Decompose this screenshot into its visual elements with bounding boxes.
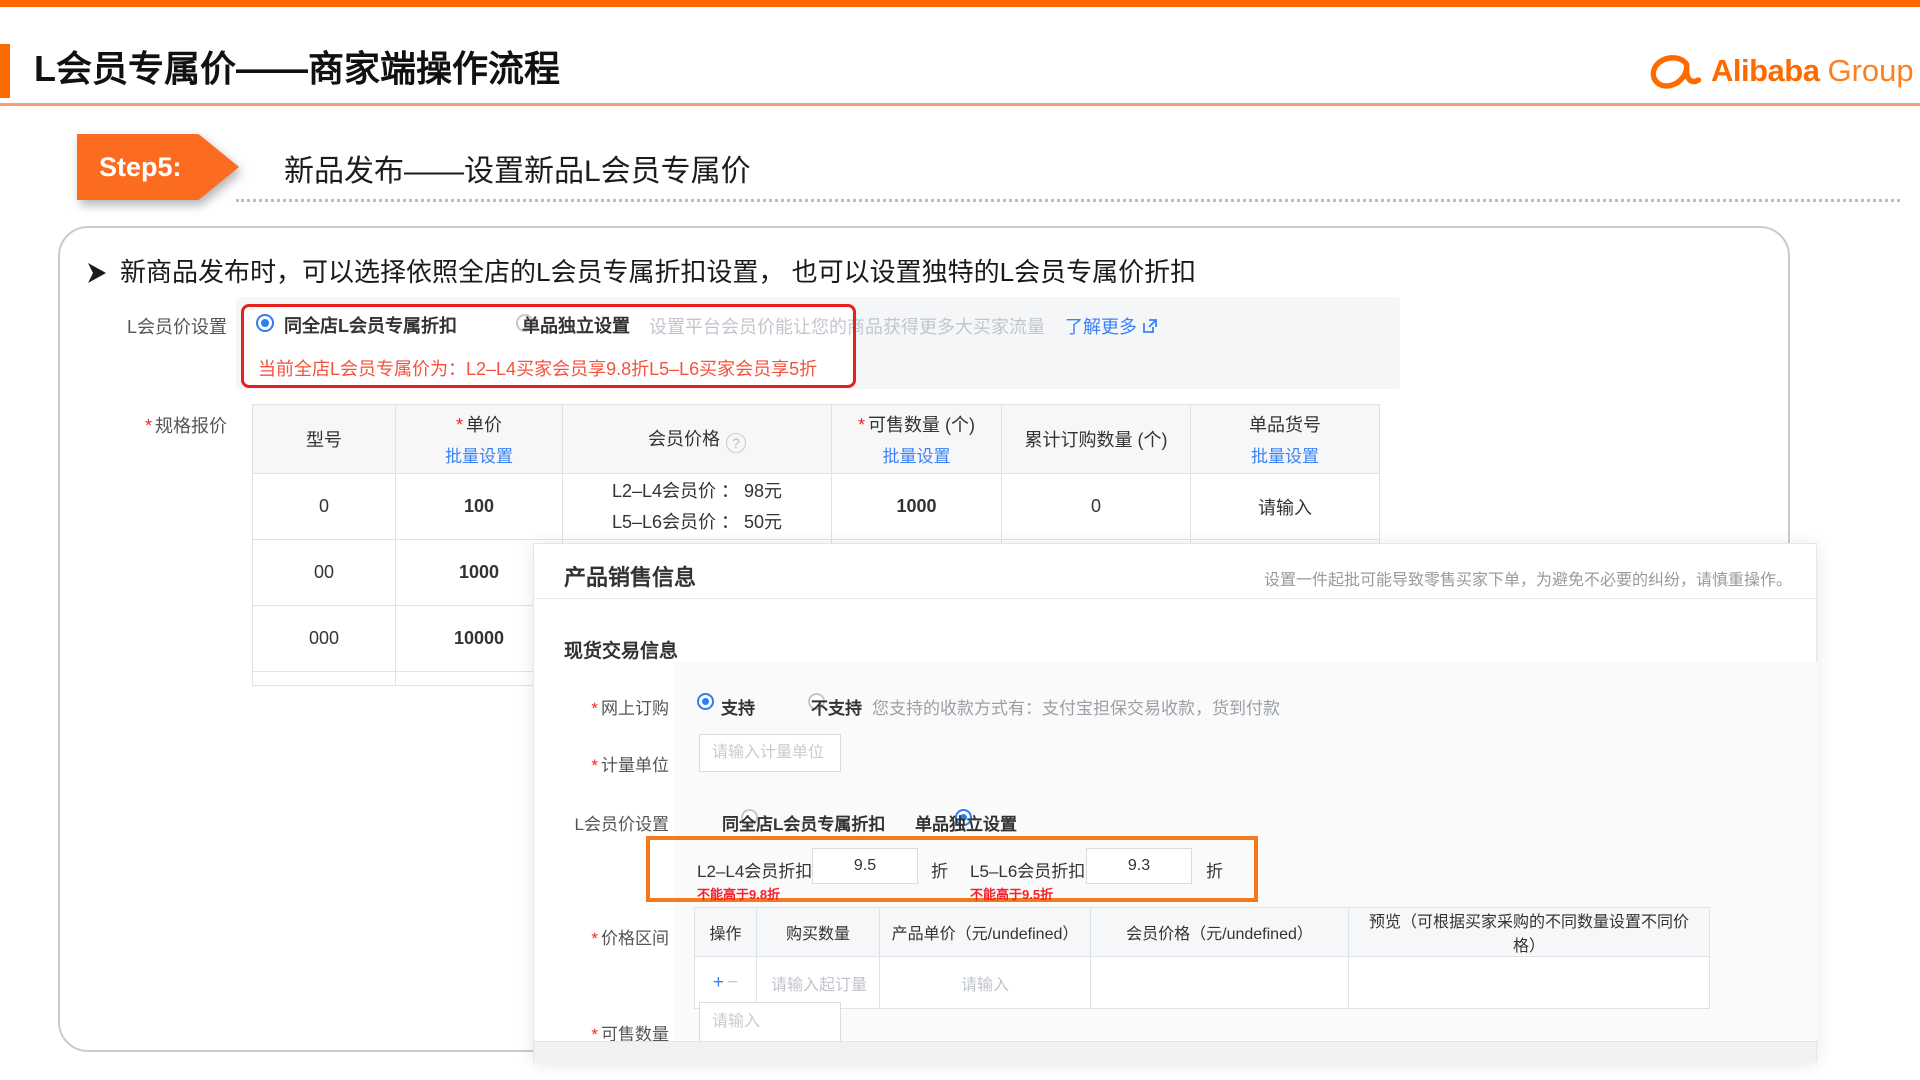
- external-link-icon: [1142, 318, 1158, 334]
- current-store-price-note: 当前全店L会员专属价为：L2–L4买家会员享9.8折L5–L6买家会员享5折: [258, 355, 817, 381]
- bullet-text: 新商品发布时，可以选择依照全店的L会员专属折扣设置， 也可以设置独特的L会员专属…: [120, 252, 1196, 289]
- radio-store-discount-label[interactable]: 同全店L会员专属折扣: [284, 312, 457, 338]
- radio-store-discount2-label[interactable]: 同全店L会员专属折扣: [722, 810, 885, 835]
- item-no-input[interactable]: 请输入: [1191, 474, 1380, 540]
- orange-annotation-box: L2–L4会员折扣 折 L5–L6会员折扣 折 不能高于9.8折 不能高于9.5…: [646, 836, 1258, 902]
- min-order-qty-input[interactable]: 请输入起订量: [757, 957, 880, 1009]
- spot-trade-section-title: 现货交易信息: [564, 636, 678, 663]
- price-range-label: *价格区间: [534, 924, 669, 949]
- page-title: L会员专属价——商家端操作流程: [34, 40, 560, 92]
- title-accent-bar: [0, 44, 10, 98]
- unit-input[interactable]: [699, 734, 841, 772]
- step-title: 新品发布——设置新品L会员专属价: [284, 146, 751, 190]
- col-operation: 操作: [695, 908, 757, 957]
- dotted-divider: [236, 199, 1900, 202]
- radio-not-support-label[interactable]: 不支持: [811, 694, 862, 719]
- radio-store-discount-selected[interactable]: [256, 314, 274, 332]
- l24-discount-input[interactable]: [812, 848, 918, 884]
- cell-price: 100: [396, 474, 563, 540]
- radio-support-label[interactable]: 支持: [721, 694, 755, 719]
- alibaba-logo: Alibaba Group: [1645, 50, 1914, 92]
- spec-quote-label: *规格报价: [100, 412, 227, 438]
- spec-table-header-row: 型号 *单价 批量设置 会员价格? *可售数量 (个) 批量设置 累计订购数量 …: [253, 405, 1380, 474]
- cell-model: 00: [253, 540, 396, 606]
- bullet-arrow-icon: [86, 262, 108, 284]
- radio-support-selected[interactable]: [697, 693, 714, 710]
- col-model: 型号: [253, 405, 396, 474]
- required-mark: *: [591, 699, 598, 718]
- col-ordered: 累计订购数量 (个): [1002, 405, 1191, 474]
- required-mark: *: [145, 416, 152, 436]
- cell-sellable: 1000: [832, 474, 1002, 540]
- col-member-price: 会员价格?: [563, 405, 832, 474]
- radio-single-setting-label[interactable]: 单品独立设置: [522, 312, 630, 338]
- member-price-hint: 设置平台会员价能让您的商品获得更多大买家流量: [649, 313, 1045, 339]
- radio-single-setting2-label[interactable]: 单品独立设置: [915, 810, 1017, 835]
- cell-preview-empty: [1349, 957, 1710, 1009]
- step-badge: Step5:: [77, 134, 239, 200]
- col-preview: 预览（可根据买家采购的不同数量设置不同价格）: [1349, 908, 1710, 957]
- panel2-divider: [534, 598, 1816, 599]
- l24-discount-unit: 折: [931, 857, 948, 882]
- l56-discount-limit-note: 不能高于9.5折: [970, 884, 1053, 903]
- top-orange-bar: [0, 0, 1920, 7]
- required-mark: *: [456, 415, 463, 435]
- slide: L会员专属价——商家端操作流程 Alibaba Group Step5: 新品发…: [0, 0, 1920, 1080]
- logo-suffix-text: Group: [1827, 53, 1913, 89]
- logo-brand-text: Alibaba: [1711, 53, 1819, 89]
- sellable-qty-input[interactable]: [699, 1002, 841, 1042]
- required-mark: *: [591, 756, 598, 775]
- col-buy-qty: 购买数量: [757, 908, 880, 957]
- panel2-title: 产品销售信息: [564, 560, 696, 592]
- header-divider: [0, 103, 1920, 106]
- col-price: *单价 批量设置: [396, 405, 563, 474]
- add-price-range-icon[interactable]: +: [713, 972, 724, 993]
- col-unit-price: 产品单价（元/undefined）: [880, 908, 1091, 957]
- unit-price-input[interactable]: 请输入: [880, 957, 1091, 1009]
- l56-discount-input[interactable]: [1086, 848, 1192, 884]
- cell-model: 0: [253, 474, 396, 540]
- unit-label: *计量单位: [534, 751, 669, 776]
- member-price-setting-label: L会员价设置: [100, 313, 227, 339]
- payment-methods-hint: 您支持的收款方式有：支付宝担保交易收款，货到付款: [872, 694, 1280, 719]
- alibaba-smile-icon: [1645, 50, 1703, 92]
- min-batch-warning: 设置一件起批可能导致零售买家下单，为避免不必要的纠纷，请慎重操作。: [1264, 566, 1792, 590]
- price-range-row: +− 请输入起订量 请输入: [695, 957, 1710, 1009]
- batch-set-sellable-link[interactable]: 批量设置: [832, 442, 1001, 467]
- member-price-setting-label2: L会员价设置: [534, 810, 669, 835]
- learn-more-text[interactable]: 了解更多: [1065, 313, 1137, 339]
- required-mark: *: [591, 929, 598, 948]
- l56-discount-unit: 折: [1206, 857, 1223, 882]
- learn-more-link[interactable]: 了解更多: [1065, 313, 1158, 339]
- col-item-no: 单品货号 批量设置: [1191, 405, 1380, 474]
- spec-table-row: 0 100 L2–L4会员价 ： 98元 L5–L6会员价 ： 50元 1000…: [253, 474, 1380, 540]
- l24-discount-label: L2–L4会员折扣: [697, 857, 812, 882]
- online-order-label: *网上订购: [534, 694, 669, 719]
- cell-model: 000: [253, 606, 396, 672]
- help-icon[interactable]: ?: [726, 433, 746, 453]
- l56-discount-label: L5–L6会员折扣: [970, 857, 1085, 882]
- required-mark: *: [858, 415, 865, 435]
- price-range-table: 操作 购买数量 产品单价（元/undefined） 会员价格（元/undefin…: [694, 907, 1710, 1009]
- panel2-footer-strip: [534, 1041, 1816, 1063]
- remove-price-range-icon[interactable]: −: [727, 972, 738, 993]
- product-sales-panel: 产品销售信息 设置一件起批可能导致零售买家下单，为避免不必要的纠纷，请慎重操作。…: [533, 543, 1817, 1062]
- col-sellable: *可售数量 (个) 批量设置: [832, 405, 1002, 474]
- batch-set-itemno-link[interactable]: 批量设置: [1191, 442, 1379, 467]
- cell-ordered: 0: [1002, 474, 1191, 540]
- col-member-price2: 会员价格（元/undefined）: [1091, 908, 1349, 957]
- cell-member-price: L2–L4会员价 ： 98元 L5–L6会员价 ： 50元: [563, 474, 832, 540]
- cell-member-price-empty: [1091, 957, 1349, 1009]
- batch-set-price-link[interactable]: 批量设置: [396, 442, 562, 467]
- cell-operation: +−: [695, 957, 757, 1009]
- price-range-header-row: 操作 购买数量 产品单价（元/undefined） 会员价格（元/undefin…: [695, 908, 1710, 957]
- l24-discount-limit-note: 不能高于9.8折: [697, 884, 780, 903]
